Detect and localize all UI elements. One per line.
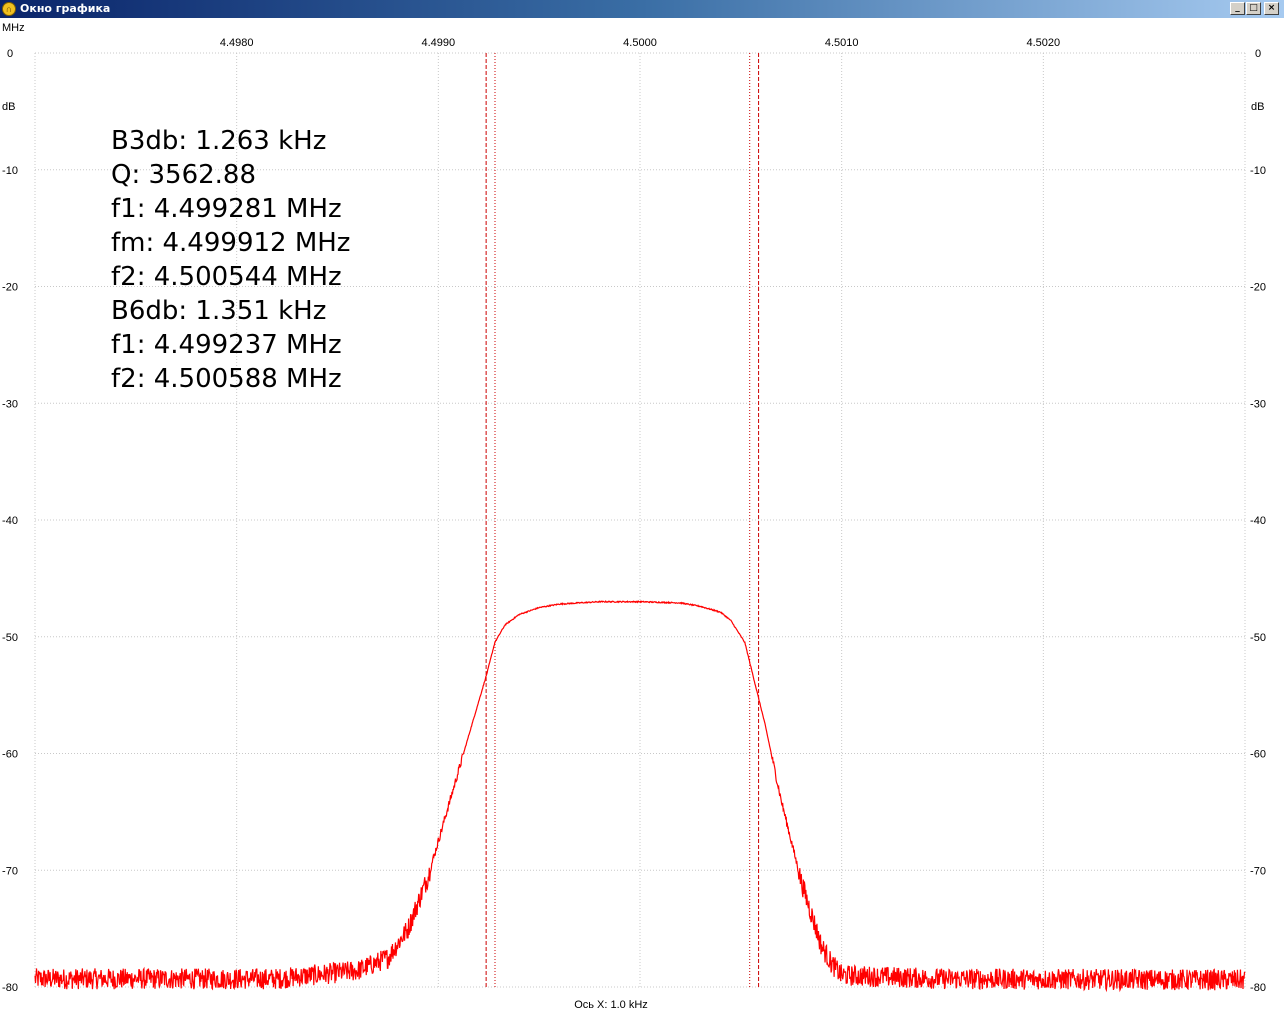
- y-tick-label-right: -50: [1250, 632, 1266, 644]
- x-axis-label: Ось X: 1.0 kHz: [574, 999, 648, 1011]
- y-tick-label-right: -10: [1250, 165, 1266, 177]
- x-tick-label: 4.5020: [1027, 37, 1061, 49]
- y-tick-label-right: -60: [1250, 749, 1266, 761]
- x-tick-label: 4.5010: [825, 37, 859, 49]
- y-unit-label-right: dB: [1251, 101, 1264, 113]
- y-tick-label-right: 0: [1255, 48, 1261, 60]
- readout-line: f2: 4.500588 MHz: [111, 364, 342, 394]
- y-tick-label-left: -20: [2, 282, 18, 294]
- y-tick-label-left: -10: [2, 165, 18, 177]
- spectrum-chart[interactable]: MHz dB dB Ось X: 1.0 kHz 4.4980 4.4990 4.5…: [0, 18, 1284, 1024]
- window-titlebar[interactable]: ∩ Окно графика _ □ ×: [0, 0, 1284, 18]
- y-tick-label-right: -40: [1250, 515, 1266, 527]
- y-tick-label-right: -30: [1250, 398, 1266, 410]
- y-tick-label-left: -60: [2, 749, 18, 761]
- x-tick-label: 4.4990: [422, 37, 456, 49]
- maximize-button[interactable]: □: [1246, 2, 1261, 15]
- readout-line: B3db: 1.263 kHz: [111, 126, 326, 156]
- y-tick-label-left: -80: [2, 982, 18, 994]
- measurement-readout: B3db: 1.263 kHz Q: 3562.88 f1: 4.499281 MH…: [111, 126, 350, 394]
- readout-line: B6db: 1.351 kHz: [111, 296, 326, 326]
- y-tick-label-right: -20: [1250, 282, 1266, 294]
- y-tick-label-left: -40: [2, 515, 18, 527]
- y-tick-label-left: -50: [2, 632, 18, 644]
- window-title: Окно графика: [20, 2, 111, 15]
- readout-line: Q: 3562.88: [111, 160, 256, 190]
- y-tick-label-left: -30: [2, 398, 18, 410]
- x-tick-label: 4.5000: [623, 37, 657, 49]
- app-logo-icon: ∩: [2, 2, 16, 16]
- minimize-button[interactable]: _: [1230, 2, 1245, 15]
- close-button[interactable]: ×: [1264, 2, 1279, 15]
- readout-line: f2: 4.500544 MHz: [111, 262, 342, 292]
- y-tick-label-right: -80: [1250, 982, 1266, 994]
- readout-line: f1: 4.499237 MHz: [111, 330, 342, 360]
- readout-line: f1: 4.499281 MHz: [111, 194, 342, 224]
- y-unit-label-left: dB: [2, 101, 15, 113]
- y-tick-label-left: 0: [7, 48, 13, 60]
- frequency-markers: [485, 53, 760, 987]
- y-tick-label-left: -70: [2, 865, 18, 877]
- y-tick-label-right: -70: [1250, 865, 1266, 877]
- readout-line: fm: 4.499912 MHz: [111, 228, 350, 258]
- x-tick-label: 4.4980: [220, 37, 254, 49]
- x-unit-label: MHz: [2, 22, 25, 34]
